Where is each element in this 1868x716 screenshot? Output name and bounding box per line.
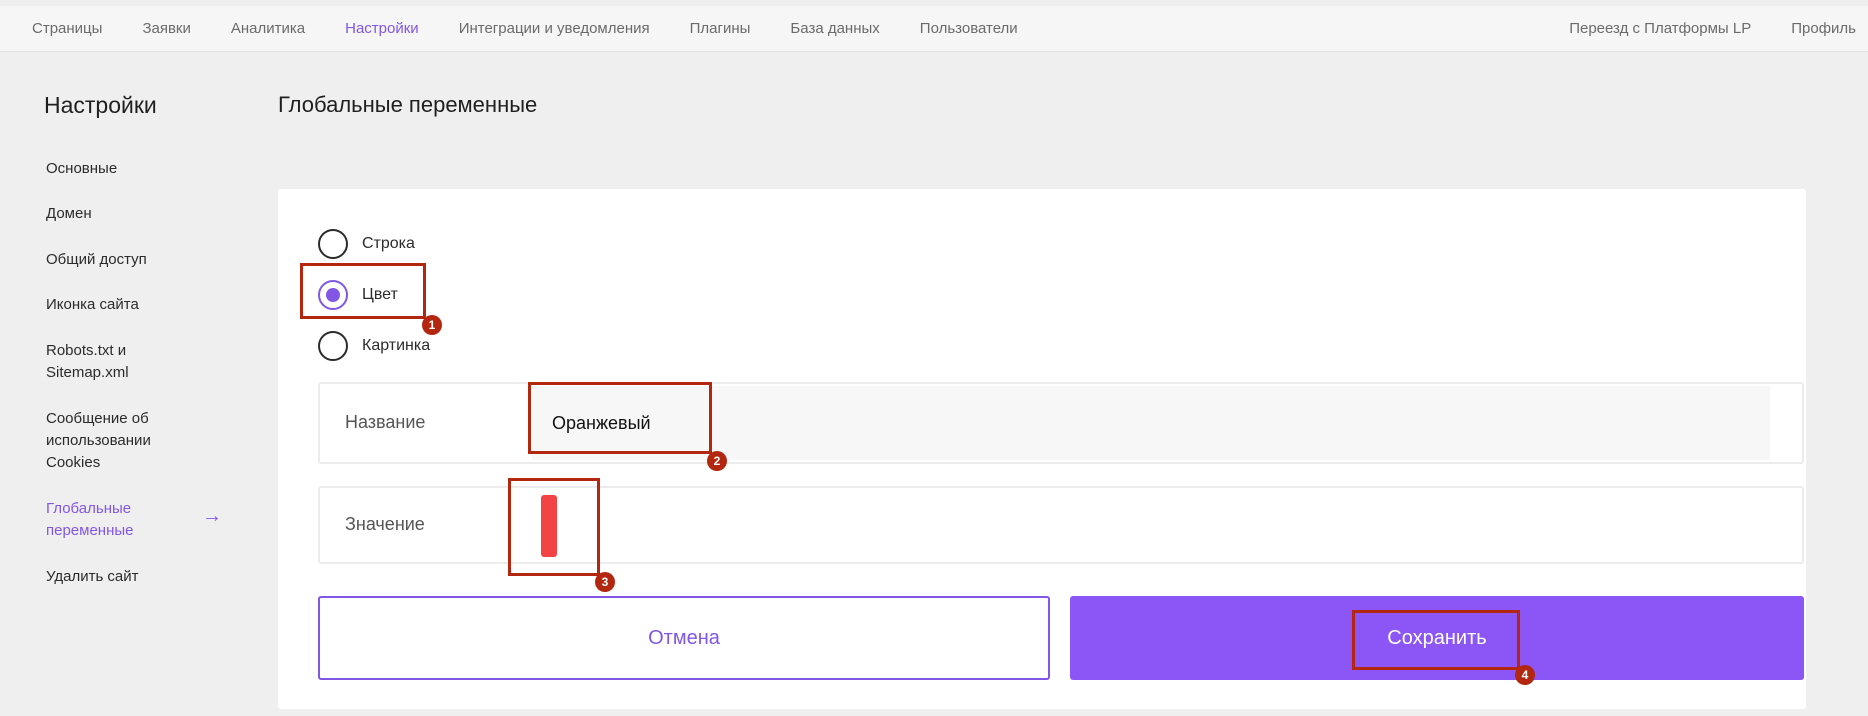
nav-item-analytics[interactable]: Аналитика xyxy=(231,20,305,37)
sidebar-item-global-variables[interactable]: Глобальные переменные → xyxy=(46,498,236,542)
page-title: Глобальные переменные xyxy=(278,92,538,117)
sidebar-item-robots-sitemap[interactable]: Robots.txt и Sitemap.xml xyxy=(46,340,156,384)
nav-item-integrations[interactable]: Интеграции и уведомления xyxy=(459,20,650,37)
sidebar-item-sharing[interactable]: Общий доступ xyxy=(46,249,196,271)
arrow-right-icon: → xyxy=(202,505,222,527)
top-navigation: Страницы Заявки Аналитика Настройки Инте… xyxy=(0,6,1868,52)
annotation-badge-2: 2 xyxy=(707,451,727,471)
sidebar-item-domain[interactable]: Домен xyxy=(46,203,196,225)
nav-item-database[interactable]: База данных xyxy=(790,20,879,37)
nav-item-plugins[interactable]: Плагины xyxy=(690,20,751,37)
type-option-string[interactable]: Строка xyxy=(318,229,415,259)
radio-label: Строка xyxy=(362,235,415,252)
annotation-box-4 xyxy=(1352,610,1520,670)
radio-button[interactable] xyxy=(318,331,348,361)
radio-button[interactable] xyxy=(318,229,348,259)
radio-label: Картинка xyxy=(362,337,431,354)
nav-item-requests[interactable]: Заявки xyxy=(142,20,190,37)
annotation-box-1 xyxy=(300,263,426,319)
annotation-box-3 xyxy=(508,478,600,576)
sidebar-item-site-icon[interactable]: Иконка сайта xyxy=(46,294,196,316)
sidebar-item-basic[interactable]: Основные xyxy=(46,158,196,180)
annotation-box-2 xyxy=(528,382,712,454)
cancel-button[interactable]: Отмена xyxy=(318,596,1050,680)
annotation-badge-3: 3 xyxy=(595,572,615,592)
annotation-badge-4: 4 xyxy=(1515,665,1535,685)
sidebar-item-delete-site[interactable]: Удалить сайт xyxy=(46,566,196,588)
nav-item-pages[interactable]: Страницы xyxy=(32,20,102,37)
sidebar-item-cookies[interactable]: Сообщение об использовании Cookies xyxy=(46,408,156,474)
nav-item-users[interactable]: Пользователи xyxy=(920,20,1018,37)
sidebar-item-global-variables-label: Глобальные переменные xyxy=(46,500,134,539)
nav-item-settings[interactable]: Настройки xyxy=(345,20,419,37)
name-field-label: Название xyxy=(345,412,426,432)
type-option-image[interactable]: Картинка xyxy=(318,331,430,361)
name-input[interactable]: Оранжевый xyxy=(532,386,1770,460)
annotation-badge-1: 1 xyxy=(422,315,442,335)
sidebar-title: Настройки xyxy=(44,92,157,118)
nav-item-migration[interactable]: Переезд с Платформы LP xyxy=(1569,20,1751,37)
top-nav-right: Переезд с Платформы LP Профиль xyxy=(1529,20,1868,37)
top-nav-left: Страницы Заявки Аналитика Настройки Инте… xyxy=(0,20,1058,37)
nav-item-profile[interactable]: Профиль xyxy=(1791,20,1856,37)
value-field-label: Значение xyxy=(345,514,425,534)
